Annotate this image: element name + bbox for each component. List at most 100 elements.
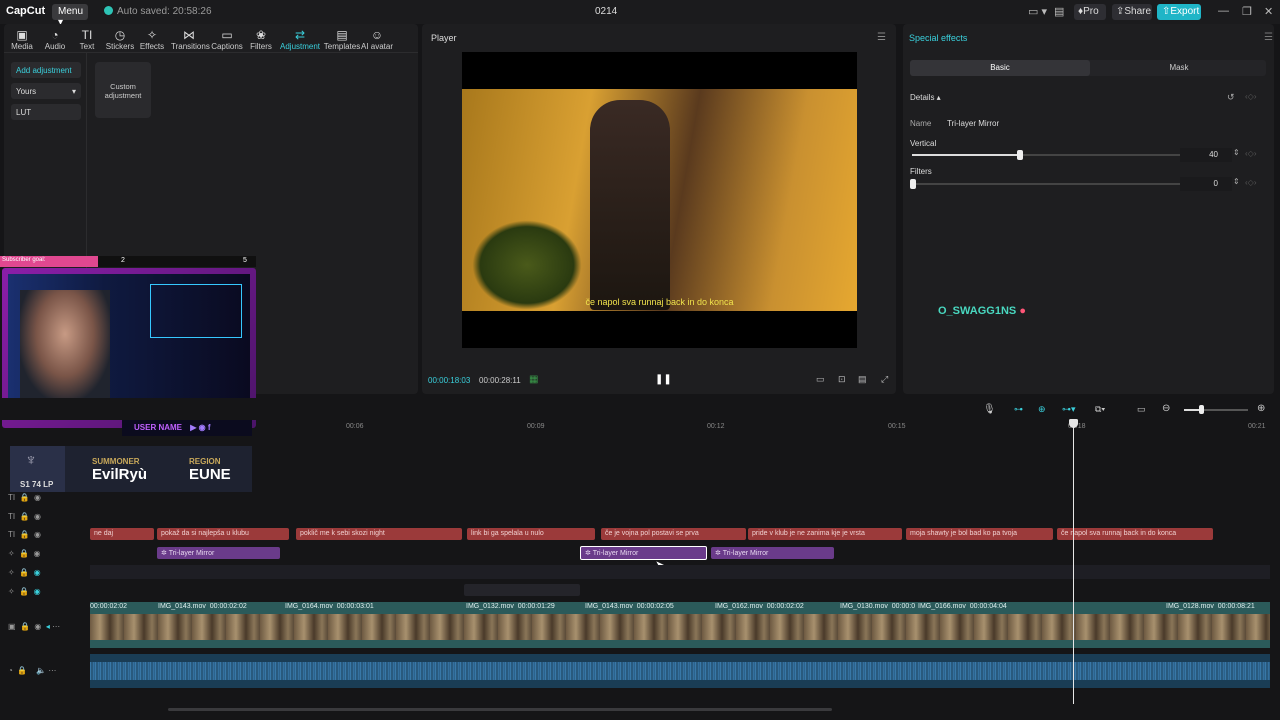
crop-icon[interactable]: ⊡ [838,374,846,385]
main-track-controls[interactable]: ▣ 🔒 ◉ ◂ ⋯ [8,622,60,631]
tab-captions[interactable]: ▭ Captions [209,28,245,51]
player-menu-icon[interactable]: ☰ [877,32,886,43]
link-icon[interactable]: ⊶ [1014,404,1023,415]
fullscreen-icon[interactable]: ⤢ [881,374,888,385]
text-clip[interactable]: moja shawty je bol bad ko pa tvoja [906,528,1053,540]
track-controls[interactable]: ✧ 🔒 ◉ [8,549,41,558]
tab-basic[interactable]: Basic [910,60,1090,76]
tab-templates[interactable]: ▤ Templates [322,28,362,51]
export-label: Export [1170,6,1200,17]
vertical-slider-handle[interactable] [1017,150,1023,160]
timeline-ruler[interactable] [90,420,1270,434]
tab-filters[interactable]: ❀ Filters [243,28,279,51]
share-button[interactable]: ⇪Share [1112,4,1152,20]
stepper-icon[interactable]: ⇕ [1233,177,1240,186]
preview-axis-icon[interactable]: ⊶▾ [1062,404,1076,415]
ruler-tick: 00:09 [527,423,545,430]
timeline-grid-icon[interactable]: ▦ [529,374,538,385]
tab-media[interactable]: ▣ Media [4,28,40,51]
tab-stickers[interactable]: ◷ Stickers [102,28,138,51]
pause-icon[interactable]: ❚❚ [655,374,672,385]
autosave-icon [104,6,113,15]
track-controls[interactable]: TI 🔒 ◉ [8,530,41,539]
track-controls[interactable]: TI 🔒 ◉ [8,493,41,502]
horizontal-scrollbar[interactable] [168,708,832,711]
video-clip-label: 00:00:02:02 [90,603,127,610]
timeline-toolbar [0,398,1280,420]
tab-ai-avatar[interactable]: ☺ AI avatar [358,28,396,51]
pro-button[interactable]: ♦Pro [1074,4,1106,20]
tab-label: Transitions [171,42,210,51]
add-adjustment-button[interactable]: Add adjustment [11,62,81,78]
divider [4,52,418,53]
split-icon[interactable]: ⧉▾ [1095,404,1105,415]
text-clip[interactable]: poklič me k sebi skozi night [296,528,462,540]
stepper-icon[interactable]: ⇕ [1233,148,1240,157]
tab-effects[interactable]: ✧ Effects [134,28,170,51]
ratio-icon[interactable]: ▤ [858,374,867,385]
rank-prefix: S1 [20,480,30,489]
snap-icon[interactable]: ⊕ [1038,404,1046,415]
project-title: 0214 [595,6,618,17]
audio-track-controls[interactable]: ◔ 🔒 🔈 ⋯ [8,666,56,675]
zoom-slider-handle[interactable] [1199,405,1204,414]
zoom-in-icon[interactable]: ⊕ [1257,403,1265,414]
filters-slider-track[interactable] [912,183,1182,185]
region-value: EUNE [189,466,231,483]
ruler-tick: 00:06 [346,423,364,430]
filters-value-input[interactable]: 0 [1180,177,1232,191]
track-controls[interactable]: TI 🔒 ◉ [8,512,41,521]
export-button[interactable]: ⇧Export [1157,4,1201,20]
video-clip-label: IMG_0164.mov 00:00:03:01 [285,603,374,610]
text-clip[interactable]: če je vojna pol postavi se prva [601,528,746,540]
tab-label: Effects [139,42,165,51]
microphone-icon[interactable]: 🎙 [983,404,996,415]
minimize-icon[interactable]: — [1218,5,1229,17]
lut-button[interactable]: LUT [11,104,81,120]
keyframe-nav-icon[interactable]: ‹◇› [1245,178,1256,187]
vertical-value-input[interactable]: 40 [1180,148,1232,162]
keyframe-nav-icon[interactable]: ‹◇› [1245,92,1256,101]
menu-button[interactable]: Menu ▾ [52,4,88,28]
effect-clip[interactable]: ✲ Tri-layer Mirror [711,547,834,559]
goal-current: 2 [121,257,125,264]
text-clip[interactable]: ne daj [90,528,154,540]
text-clip[interactable]: link bi ga spelala u nulo [467,528,595,540]
subtitle-icon[interactable]: ▭ [1137,404,1146,415]
tab-adjustment[interactable]: ⇄ Adjustment [280,28,320,51]
shortcut-icon[interactable]: ▤ [1054,5,1064,18]
audio-icon: ◔ [51,28,59,42]
full-quality-icon[interactable]: ▭ [816,374,825,385]
tab-text[interactable]: TI Text [69,28,105,51]
filters-slider-handle[interactable] [910,179,916,189]
reset-icon[interactable]: ↺ [1227,92,1235,103]
text-clip[interactable]: pride v klub je ne zanima kje je vrsta [748,528,902,540]
maximize-icon[interactable]: ❐ [1242,5,1252,18]
rank-lp: S1 74 LP [20,480,53,489]
panel-menu-icon[interactable]: ☰ [1264,32,1273,43]
playhead[interactable] [1073,420,1074,704]
details-toggle[interactable]: Details ▴ [910,93,941,102]
effects-title: Special effects [909,33,968,43]
tab-mask[interactable]: Mask [1092,60,1266,76]
track-controls[interactable]: ✧ 🔒 ◉ [8,587,41,596]
text-clip[interactable]: pokaž da si najlepša u klubu [157,528,289,540]
keyframe-nav-icon[interactable]: ‹◇› [1245,149,1256,158]
tab-transitions[interactable]: ⋈ Transitions [171,28,210,51]
close-icon[interactable]: ✕ [1264,5,1273,18]
effect-clip-selected[interactable]: ✲ Tri-layer Mirror [580,546,707,560]
video-clip-label: IMG_0143.mov 00:00:02:05 [585,603,674,610]
tab-label: Stickers [105,42,135,51]
text-clip[interactable]: če napol sva runnaj back in do konca [1057,528,1213,540]
tab-audio[interactable]: ◔ Audio [37,28,73,51]
layout-icon[interactable]: ▭ ▾ [1028,5,1047,18]
track-controls[interactable]: ✧ 🔒 ◉ [8,568,41,577]
zoom-out-icon[interactable]: ⊖ [1162,403,1170,414]
playhead-handle[interactable] [1069,419,1078,428]
filters-icon: ❀ [255,28,267,42]
effect-clip[interactable]: ✲ Tri-layer Mirror [157,547,280,559]
yours-dropdown[interactable]: Yours ▾ [11,83,81,99]
ghost-clip [464,584,580,596]
custom-adjustment-card[interactable]: Custom adjustment [95,62,151,118]
empty-effect-track [90,565,1270,579]
